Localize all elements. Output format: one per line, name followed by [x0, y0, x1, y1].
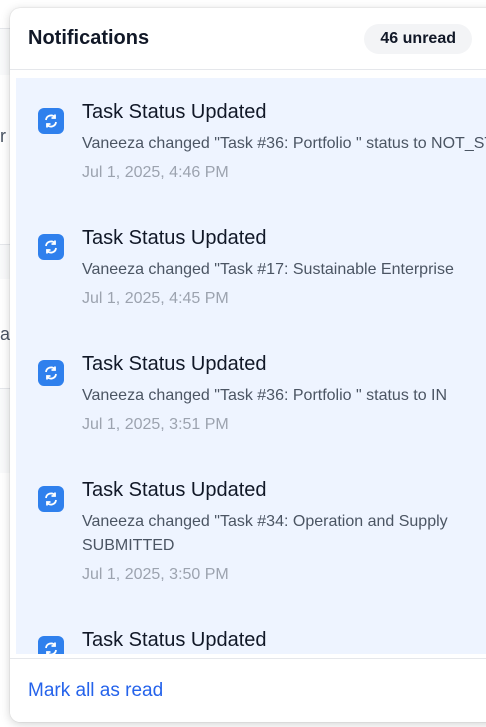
refresh-icon [38, 360, 64, 386]
unread-count-badge: 46 unread [364, 23, 472, 54]
background-text: r [0, 126, 6, 146]
notification-time: Jul 1, 2025, 4:45 PM [82, 290, 229, 307]
refresh-icon [38, 234, 64, 260]
notification-message: Vaneeza changed "Task #34: Operation and… [82, 513, 448, 554]
panel-footer: Mark all as read [10, 658, 486, 722]
panel-header: Notifications 46 unread [10, 8, 486, 70]
notification-message: Vaneeza changed "Task #17: Sustainable E… [82, 261, 454, 278]
notification-item[interactable]: Task Status Updated Vaneeza changed "Tas… [16, 204, 486, 330]
notification-title: Task Status Updated [82, 353, 267, 375]
notification-message: Vaneeza changed "Task #36: Portfolio " s… [82, 135, 486, 152]
notification-item[interactable]: Task Status Updated Vaneeza changed "Tas… [16, 330, 486, 456]
notification-time: Jul 1, 2025, 3:51 PM [82, 416, 229, 433]
refresh-icon [38, 486, 64, 512]
refresh-icon [38, 636, 64, 654]
refresh-icon [38, 108, 64, 134]
mark-all-read-button[interactable]: Mark all as read [28, 680, 163, 702]
notifications-panel: Notifications 46 unread Task Status Upda… [10, 8, 486, 722]
notification-title: Task Status Updated [82, 227, 267, 249]
notification-item[interactable]: Task Status Updated Vaneeza changed "Tas… [16, 456, 486, 606]
notification-time: Jul 1, 2025, 4:46 PM [82, 164, 229, 181]
notification-title: Task Status Updated [82, 629, 267, 651]
notification-title: Task Status Updated [82, 479, 267, 501]
notification-title: Task Status Updated [82, 101, 267, 123]
notification-message: Vaneeza changed "Task #36: Portfolio " s… [82, 387, 448, 404]
notification-item[interactable]: Task Status Updated [16, 606, 486, 654]
notification-list[interactable]: Task Status Updated Vaneeza changed "Tas… [16, 78, 486, 654]
notification-time: Jul 1, 2025, 3:50 PM [82, 566, 229, 583]
panel-title: Notifications [28, 27, 150, 49]
notification-item[interactable]: Task Status Updated Vaneeza changed "Tas… [16, 78, 486, 204]
background-text: a [0, 324, 11, 344]
